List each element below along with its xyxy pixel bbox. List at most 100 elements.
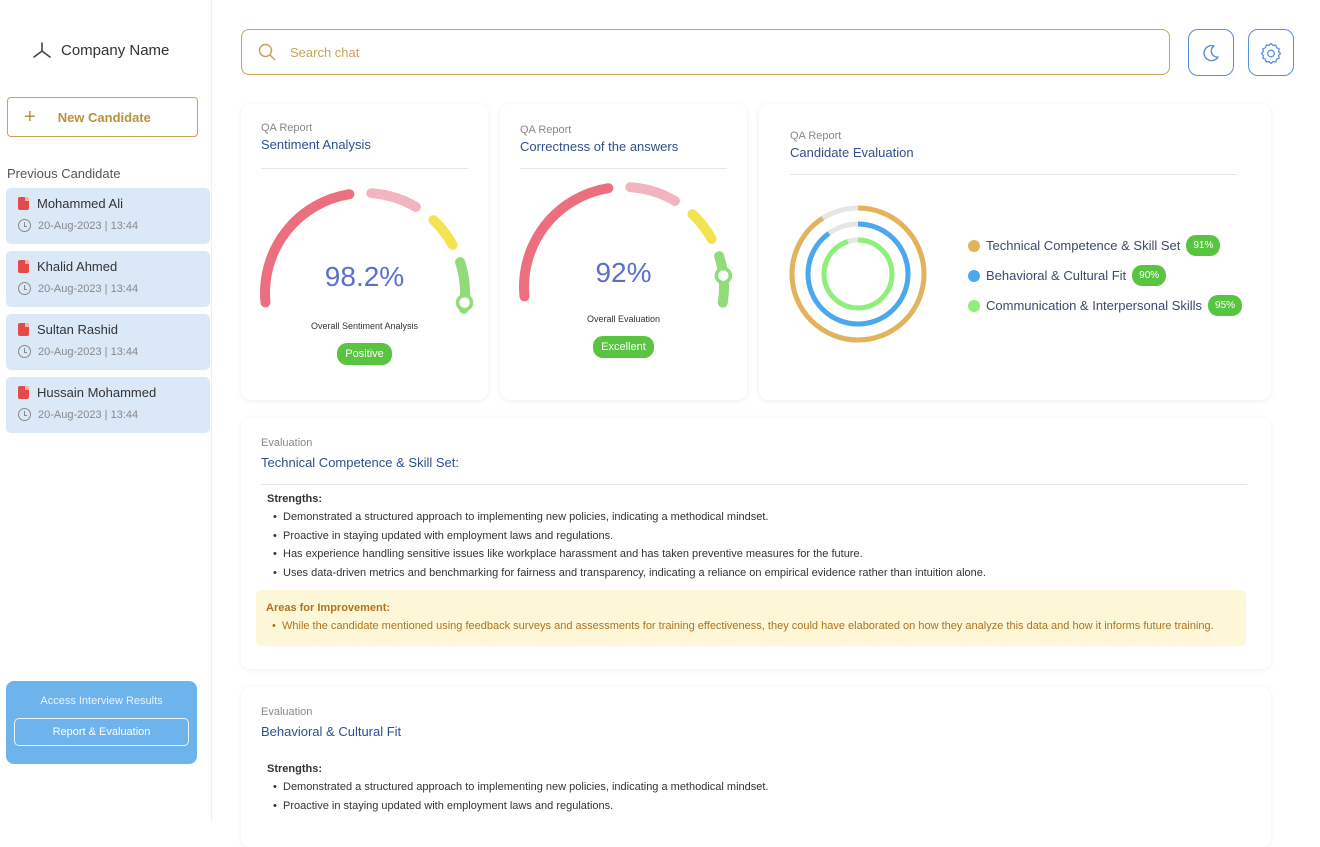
- company-logo-icon: [33, 42, 51, 58]
- legend-pct-badge: 91%: [1186, 235, 1221, 256]
- sentiment-subtitle: Overall Sentiment Analysis: [310, 321, 419, 331]
- improvement-heading: Areas for Improvement:: [266, 602, 391, 614]
- improvement-list: While the candidate mentioned using feed…: [266, 617, 1236, 636]
- gauge-segment-pink: [366, 188, 421, 212]
- divider: [520, 168, 727, 169]
- clock-icon: [18, 219, 31, 232]
- correctness-card: QA Report Correctness of the answers 92%…: [500, 104, 747, 400]
- correctness-subtitle: Overall Evaluation: [586, 314, 661, 324]
- candidate-name: Hussain Mohammed: [37, 385, 157, 400]
- logo[interactable]: Company Name: [31, 40, 169, 60]
- evaluation-kicker: Evaluation: [261, 706, 313, 718]
- improvement-box: Areas for Improvement: While the candida…: [256, 590, 1246, 646]
- sentiment-analysis-card: QA Report Sentiment Analysis 98.2% Overa…: [241, 104, 488, 400]
- legend-item: Behavioral & Cultural Fit 90%: [968, 265, 1242, 286]
- candidate-list: Mohammed Ali 20-Aug-2023 | 13:44 Khalid …: [6, 188, 210, 440]
- legend-dot: [968, 239, 980, 252]
- correctness-gauge: [519, 182, 733, 308]
- candidate-item[interactable]: Hussain Mohammed 20-Aug-2023 | 13:44: [6, 377, 210, 433]
- candidate-name: Khalid Ahmed: [37, 259, 118, 274]
- company-name: Company Name: [61, 41, 170, 59]
- card-title: Sentiment Analysis: [261, 137, 371, 152]
- strengths-list: Demonstrated a structured approach to im…: [267, 508, 1247, 582]
- gauge-segment-pink: [625, 182, 680, 206]
- list-item: Proactive in staying updated with employ…: [267, 527, 1247, 546]
- plus-icon: +: [24, 106, 36, 128]
- evaluation-card: Evaluation Technical Competence & Skill …: [241, 418, 1271, 669]
- clock-icon: [18, 345, 31, 358]
- gauge-indicator: [455, 293, 474, 312]
- correctness-value: 92%: [595, 257, 652, 288]
- list-item: While the candidate mentioned using feed…: [266, 617, 1236, 636]
- sentiment-value: 98.2%: [324, 261, 405, 292]
- pdf-icon: [18, 323, 29, 336]
- pdf-icon: [18, 197, 29, 210]
- legend-label: Technical Competence & Skill Set: [986, 238, 1181, 253]
- candidate-item[interactable]: Sultan Rashid 20-Aug-2023 | 13:44: [6, 314, 210, 370]
- clock-icon: [18, 408, 31, 421]
- evaluation-ring-chart: [789, 205, 927, 343]
- gear-icon: [1260, 42, 1282, 64]
- new-candidate-label: New Candidate: [57, 109, 151, 125]
- sidebar: Company Name + New Candidate Previous Ca…: [0, 0, 212, 822]
- candidate-name: Sultan Rashid: [37, 322, 118, 337]
- strengths-heading: Strengths:: [267, 763, 322, 775]
- search-input[interactable]: [290, 44, 1090, 60]
- evaluation-title: Technical Competence & Skill Set:: [261, 455, 459, 470]
- evaluation-legend: Technical Competence & Skill Set 91% Beh…: [968, 235, 1243, 325]
- divider: [261, 484, 1247, 485]
- clock-icon: [18, 282, 31, 295]
- candidate-date: 20-Aug-2023 | 13:44: [38, 219, 139, 232]
- legend-item: Technical Competence & Skill Set 91%: [968, 235, 1242, 256]
- list-item: Demonstrated a structured approach to im…: [267, 508, 1247, 527]
- list-item: Has experience handling sensitive issues…: [267, 545, 1247, 564]
- candidate-item[interactable]: Mohammed Ali 20-Aug-2023 | 13:44: [6, 188, 210, 244]
- card-kicker: QA Report: [520, 124, 572, 136]
- status-badge: Positive: [337, 343, 392, 365]
- card-title: Correctness of the answers: [520, 139, 679, 154]
- sentiment-gauge: [260, 188, 474, 314]
- search-bar[interactable]: [241, 29, 1170, 75]
- candidate-date: 20-Aug-2023 | 13:44: [38, 345, 139, 358]
- evaluation-title: Behavioral & Cultural Fit: [261, 724, 402, 739]
- access-results-text: Access Interview Results: [40, 695, 163, 707]
- evaluation-card: Evaluation Behavioral & Cultural Fit Str…: [241, 687, 1271, 847]
- card-title: Candidate Evaluation: [790, 145, 914, 160]
- previous-candidate-heading: Previous Candidate: [7, 166, 121, 181]
- ring-progress: [821, 237, 895, 311]
- divider: [261, 168, 468, 169]
- legend-item: Communication & Interpersonal Skills 95%: [968, 295, 1243, 316]
- legend-pct-badge: 95%: [1208, 295, 1243, 316]
- evaluation-kicker: Evaluation: [261, 437, 313, 449]
- pdf-icon: [18, 260, 29, 273]
- gauge-segment-yellow: [687, 209, 717, 244]
- theme-toggle-button[interactable]: [1188, 29, 1234, 76]
- new-candidate-button[interactable]: + New Candidate: [7, 97, 198, 137]
- gauge-segment-yellow: [428, 215, 458, 250]
- legend-label: Communication & Interpersonal Skills: [986, 298, 1203, 313]
- legend-dot: [968, 269, 980, 282]
- list-item: Demonstrated a structured approach to im…: [267, 778, 1247, 797]
- card-kicker: QA Report: [261, 122, 313, 134]
- candidate-date: 20-Aug-2023 | 13:44: [38, 408, 139, 421]
- search-icon: [258, 43, 276, 61]
- divider: [790, 174, 1237, 175]
- candidate-date: 20-Aug-2023 | 13:44: [38, 282, 139, 295]
- legend-label: Behavioral & Cultural Fit: [986, 268, 1127, 283]
- moon-icon: [1203, 44, 1219, 61]
- legend-dot: [968, 299, 980, 312]
- settings-button[interactable]: [1248, 29, 1294, 76]
- card-kicker: QA Report: [790, 130, 842, 142]
- access-results-panel: Access Interview Results Report & Evalua…: [6, 681, 197, 764]
- list-item: Proactive in staying updated with employ…: [267, 797, 1247, 816]
- candidate-name: Mohammed Ali: [37, 196, 123, 211]
- list-item: Uses data-driven metrics and benchmarkin…: [267, 564, 1247, 583]
- pdf-icon: [18, 386, 29, 399]
- candidate-item[interactable]: Khalid Ahmed 20-Aug-2023 | 13:44: [6, 251, 210, 307]
- strengths-list: Demonstrated a structured approach to im…: [267, 778, 1247, 815]
- legend-pct-badge: 90%: [1132, 265, 1167, 286]
- ring-progress: [789, 205, 927, 343]
- report-evaluation-button[interactable]: Report & Evaluation: [14, 718, 189, 746]
- candidate-evaluation-card: QA Report Candidate Evaluation Technical…: [759, 104, 1271, 400]
- status-badge: Excellent: [593, 336, 654, 358]
